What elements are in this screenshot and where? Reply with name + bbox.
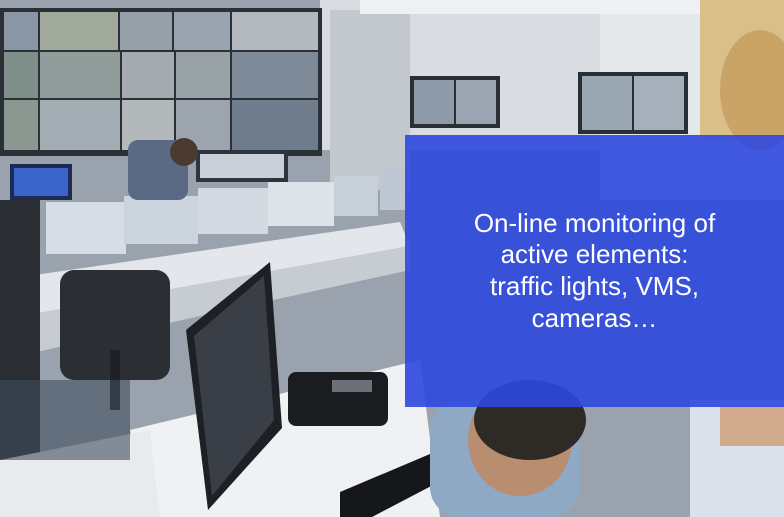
caption-line-3: traffic lights, VMS, <box>489 271 700 301</box>
caption-line-2: active elements: <box>500 239 689 270</box>
caption-line-4: cameras… <box>531 302 658 333</box>
caption-text: On-line monitoring of active elements: t… <box>460 208 729 335</box>
slide: On-line monitoring of active elements: t… <box>0 0 784 517</box>
caption-overlay: On-line monitoring of active elements: t… <box>405 135 784 407</box>
caption-line-1: On-line monitoring of <box>473 207 716 238</box>
